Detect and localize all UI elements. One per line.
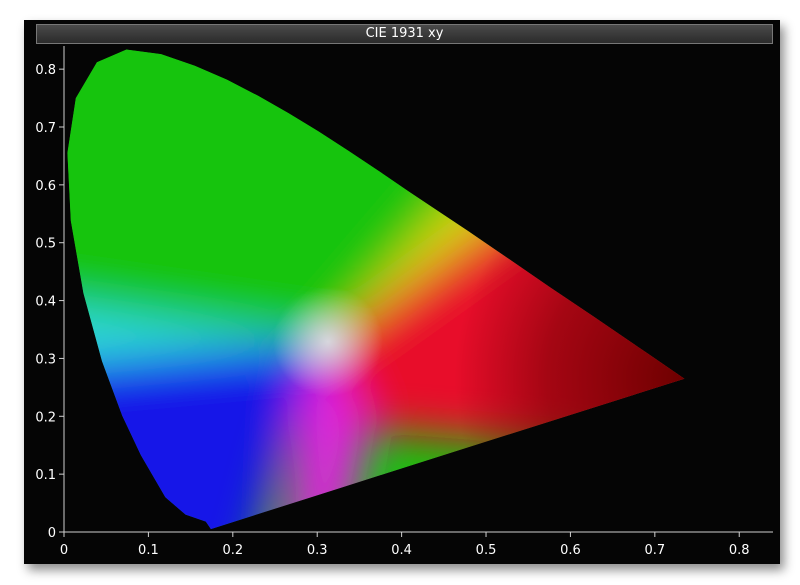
- x-tick-label: 0.2: [222, 543, 243, 558]
- plot-area: [67, 49, 685, 530]
- y-tick-label: 0.4: [35, 295, 56, 310]
- cie-chart: 0 0.1 0.2 0.3 0.4 0.5 0.6 0.7 0.8 0 0.1 0.2 0.3 0.4 0.…: [35, 46, 773, 558]
- y-tick-label: 0: [48, 526, 56, 541]
- chromaticity-fill: [67, 49, 685, 530]
- y-tick-label: 0.3: [35, 352, 56, 367]
- x-tick-label: 0.6: [560, 543, 581, 558]
- white-point-glow: [267, 281, 388, 402]
- x-tick-label: 0.5: [476, 543, 497, 558]
- y-tick-label: 0.8: [35, 63, 56, 78]
- x-tick-label: 0.1: [138, 543, 159, 558]
- x-tick-label: 0: [60, 543, 68, 558]
- y-tick-label: 0.7: [35, 121, 56, 136]
- y-tick-label: 0.6: [35, 179, 56, 194]
- y-tick-label: 0.2: [35, 410, 56, 425]
- red-shading: [67, 49, 685, 530]
- x-tick-label: 0.8: [729, 543, 750, 558]
- x-tick-label: 0.7: [644, 543, 665, 558]
- y-tick-label: 0.1: [35, 468, 56, 483]
- x-tick-label: 0.3: [307, 543, 328, 558]
- x-tick-label: 0.4: [391, 543, 412, 558]
- y-tick-label: 0.5: [35, 237, 56, 252]
